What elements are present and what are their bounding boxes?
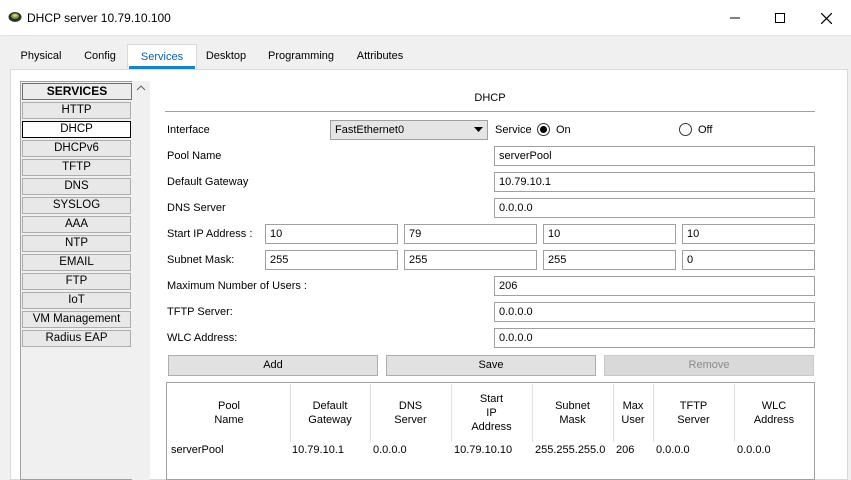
subnet-mask-label: Subnet Mask: (167, 254, 235, 266)
subnet-mask-octet-2[interactable]: 255 (404, 250, 537, 270)
cell-max-user: 206 (616, 444, 635, 456)
pool-name-field[interactable]: serverPool (494, 146, 815, 166)
column-header-pool-name: Pool Name (214, 400, 244, 426)
title-divider (165, 111, 815, 112)
packet-tracer-icon (8, 12, 22, 22)
tftp-server-field[interactable]: 0.0.0.0 (494, 302, 815, 322)
service-on-radio[interactable] (537, 123, 550, 136)
sidebar-item-dns[interactable]: DNS (22, 178, 131, 195)
sidebar-item-ftp[interactable]: FTP (22, 273, 131, 290)
tab-services[interactable]: Services (127, 44, 197, 68)
cell-pool-name: serverPool (171, 444, 224, 456)
cell-wlc-address: 0.0.0.0 (737, 444, 771, 456)
column-header-max-user: Max User (621, 400, 645, 426)
remove-button[interactable]: Remove (604, 355, 814, 376)
service-on-label: On (556, 124, 571, 136)
dns-server-label: DNS Server (167, 202, 226, 214)
tab-physical[interactable]: Physical (10, 44, 72, 68)
save-button[interactable]: Save (386, 355, 596, 376)
column-header-dns-server: DNS Server (394, 400, 427, 426)
start-ip-octet-2[interactable]: 79 (404, 224, 537, 244)
column-header-wlc-address: WLC Address (753, 400, 795, 426)
service-off-radio[interactable] (679, 123, 692, 136)
pool-name-label: Pool Name (167, 150, 222, 162)
wlc-address-label: WLC Address: (167, 332, 238, 344)
cell-start-ip: 10.79.10.10 (454, 444, 513, 456)
gateway-label: Default Gateway (167, 176, 249, 188)
column-header-default-gateway: Default Gateway (308, 400, 352, 426)
sidebar-item-vm-management[interactable]: VM Management (22, 311, 131, 328)
sidebar-header: SERVICES (22, 83, 132, 100)
maximize-icon (775, 13, 785, 23)
sidebar-item-dhcp[interactable]: DHCP (22, 121, 131, 138)
sidebar-item-iot[interactable]: IoT (22, 292, 131, 309)
gateway-field[interactable]: 10.79.10.1 (494, 172, 815, 192)
cell-default-gateway: 10.79.10.1 (292, 444, 344, 456)
tab-attributes[interactable]: Attributes (350, 44, 410, 68)
scroll-up-arrow-icon[interactable] (136, 85, 146, 91)
subnet-mask-octet-4[interactable]: 0 (682, 250, 815, 270)
start-ip-octet-3[interactable]: 10 (543, 224, 676, 244)
interface-value: FastEthernet0 (335, 124, 405, 136)
tab-programming[interactable]: Programming (264, 44, 338, 68)
sidebar-item-ntp[interactable]: NTP (22, 235, 131, 252)
max-users-field[interactable]: 206 (494, 276, 815, 296)
sidebar-item-syslog[interactable]: SYSLOG (22, 197, 131, 214)
maximize-button[interactable] (757, 0, 803, 36)
tab-desktop[interactable]: Desktop (200, 44, 252, 68)
cell-subnet-mask: 255.255.255.0 (535, 444, 606, 456)
subnet-mask-octet-1[interactable]: 255 (265, 250, 398, 270)
sidebar-item-http[interactable]: HTTP (22, 102, 131, 119)
wlc-address-field[interactable]: 0.0.0.0 (494, 328, 815, 348)
close-button[interactable] (803, 0, 849, 36)
service-label: Service (495, 124, 532, 136)
sidebar-item-tftp[interactable]: TFTP (22, 159, 131, 176)
start-ip-octet-1[interactable]: 10 (265, 224, 398, 244)
window-title: DHCP server 10.79.10.100 (27, 11, 171, 25)
title-bar: DHCP server 10.79.10.100 (0, 0, 851, 36)
column-header-start-ip: Start IP Address (471, 393, 512, 433)
sidebar-scrollbar[interactable] (132, 81, 150, 480)
tftp-server-label: TFTP Server: (167, 306, 233, 318)
sidebar-item-aaa[interactable]: AAA (22, 216, 131, 233)
close-icon (820, 12, 832, 24)
cell-dns-server: 0.0.0.0 (373, 444, 407, 456)
service-off-label: Off (698, 124, 713, 136)
start-ip-octet-4[interactable]: 10 (682, 224, 815, 244)
chevron-down-icon (474, 127, 483, 132)
max-users-label: Maximum Number of Users : (167, 280, 307, 292)
dhcp-title: DHCP (474, 92, 506, 104)
sidebar-item-radius-eap[interactable]: Radius EAP (22, 330, 131, 347)
tab-config[interactable]: Config (76, 44, 124, 68)
cell-tftp-server: 0.0.0.0 (656, 444, 690, 456)
add-button[interactable]: Add (168, 355, 378, 376)
subnet-mask-octet-3[interactable]: 255 (543, 250, 676, 270)
tab-bar: Physical Config Services Desktop Program… (10, 44, 848, 70)
minimize-icon (730, 17, 740, 19)
start-ip-label: Start IP Address : (167, 228, 253, 240)
column-header-tftp-server: TFTP Server (677, 400, 710, 426)
sidebar-item-dhcpv6[interactable]: DHCPv6 (22, 140, 131, 157)
minimize-button[interactable] (712, 0, 758, 36)
interface-select[interactable]: FastEthernet0 (330, 120, 488, 140)
interface-label: Interface (167, 124, 210, 136)
sidebar-item-email[interactable]: EMAIL (22, 254, 131, 271)
dns-server-field[interactable]: 0.0.0.0 (494, 198, 815, 218)
column-header-subnet-mask: Subnet Mask (555, 400, 590, 426)
